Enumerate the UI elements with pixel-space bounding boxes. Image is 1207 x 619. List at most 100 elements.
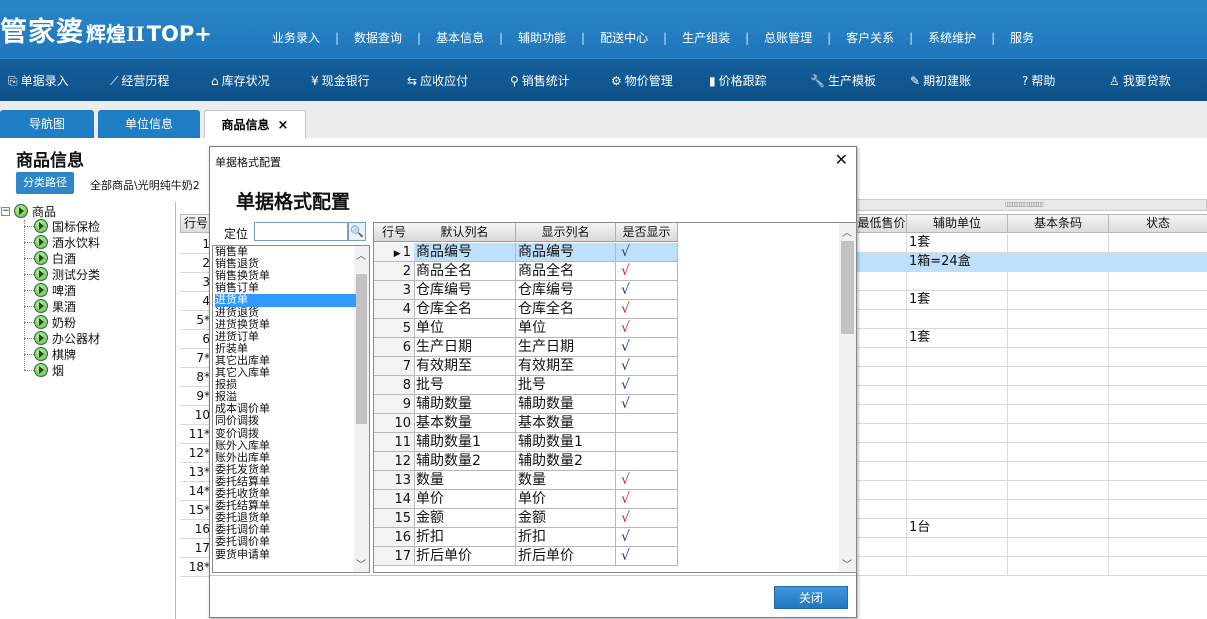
- grid-cell[interactable]: [1007, 253, 1109, 272]
- grid-cell[interactable]: [1108, 424, 1207, 443]
- show-checkbox[interactable]: √: [616, 319, 678, 338]
- grid-cell[interactable]: [856, 386, 907, 405]
- display-column-name[interactable]: 批号: [516, 376, 616, 395]
- tab-product-info[interactable]: 商品信息 ×: [204, 110, 306, 138]
- category-path-button[interactable]: 分类路径: [16, 172, 74, 194]
- toolbar-home-button[interactable]: ⌂ 库存状况: [211, 72, 270, 89]
- toolbar-bar-chart-button[interactable]: ▮ 价格跟踪: [709, 72, 767, 89]
- show-checkbox[interactable]: √: [616, 357, 678, 376]
- top-menu-item[interactable]: 服务: [1010, 29, 1034, 46]
- top-menu-item[interactable]: 数据查询: [354, 29, 402, 46]
- display-column-name[interactable]: 单位: [516, 319, 616, 338]
- grid-cell[interactable]: [1007, 310, 1109, 329]
- grid-cell[interactable]: [856, 253, 907, 272]
- show-checkbox[interactable]: √: [616, 281, 678, 300]
- grid-cell[interactable]: [1108, 386, 1207, 405]
- top-menu-item[interactable]: 总账管理: [764, 29, 812, 46]
- grid-cell[interactable]: [1108, 310, 1207, 329]
- grid-cell[interactable]: [906, 481, 1008, 500]
- display-column-name[interactable]: 商品编号: [516, 243, 616, 262]
- toolbar-document-button[interactable]: ⎘ 单据录入: [8, 72, 69, 89]
- show-checkbox[interactable]: √: [616, 490, 678, 509]
- grid-cell[interactable]: [906, 272, 1008, 291]
- tree-item[interactable]: 奶粉: [34, 314, 76, 331]
- show-checkbox[interactable]: √: [616, 243, 678, 262]
- scroll-thumb[interactable]: [841, 241, 854, 334]
- show-checkbox[interactable]: √: [616, 300, 678, 319]
- tab-navigation-map[interactable]: 导航图: [0, 110, 94, 138]
- grid-cell[interactable]: [906, 386, 1008, 405]
- display-column-name[interactable]: 金额: [516, 509, 616, 528]
- show-checkbox[interactable]: √: [616, 262, 678, 281]
- tree-item[interactable]: 啤酒: [34, 282, 76, 299]
- show-checkbox[interactable]: √: [616, 528, 678, 547]
- grid-cell[interactable]: [1007, 443, 1109, 462]
- grid-cell[interactable]: [856, 291, 907, 310]
- show-checkbox[interactable]: [616, 452, 678, 471]
- grid-cell[interactable]: [1007, 405, 1109, 424]
- grid-cell[interactable]: [856, 272, 907, 291]
- grid-cell[interactable]: [856, 557, 907, 576]
- show-checkbox[interactable]: √: [616, 471, 678, 490]
- show-checkbox[interactable]: √: [616, 338, 678, 357]
- tab-close-icon[interactable]: ×: [278, 118, 289, 133]
- toolbar-edit-button[interactable]: ✎ 期初建账: [910, 72, 971, 89]
- tree-collapse-icon[interactable]: −: [1, 207, 10, 216]
- grid-cell[interactable]: [1108, 443, 1207, 462]
- grid-cell[interactable]: [906, 443, 1008, 462]
- search-icon[interactable]: 🔍: [348, 222, 366, 241]
- tree-item[interactable]: 果酒: [34, 298, 76, 315]
- show-checkbox[interactable]: √: [616, 395, 678, 414]
- grid-cell[interactable]: [1007, 367, 1109, 386]
- grid-cell[interactable]: 1套: [906, 234, 1008, 253]
- close-icon[interactable]: ✕: [835, 150, 848, 169]
- grid-cell[interactable]: [906, 500, 1008, 519]
- display-column-name[interactable]: 数量: [516, 471, 616, 490]
- top-menu-item[interactable]: 系统维护: [928, 29, 976, 46]
- scroll-down-icon[interactable]: ﹀: [356, 556, 366, 571]
- grid-cell[interactable]: [856, 234, 907, 253]
- grid-cell[interactable]: [906, 462, 1008, 481]
- display-column-name[interactable]: 仓库编号: [516, 281, 616, 300]
- display-column-name[interactable]: 基本数量: [516, 414, 616, 433]
- show-checkbox[interactable]: √: [616, 547, 678, 566]
- display-column-name[interactable]: 折后单价: [516, 547, 616, 566]
- grid-cell[interactable]: [1007, 481, 1109, 500]
- toolbar-chart-line-button[interactable]: ⟋ 经营历程: [110, 72, 169, 89]
- tree-item[interactable]: 国标保检: [34, 218, 100, 235]
- tree-item[interactable]: 测试分类: [34, 266, 100, 283]
- grid-cell[interactable]: 1台: [906, 519, 1008, 538]
- grid-cell[interactable]: [1108, 538, 1207, 557]
- display-column-name[interactable]: 单价: [516, 490, 616, 509]
- show-checkbox[interactable]: √: [616, 376, 678, 395]
- grid-cell[interactable]: [1007, 557, 1109, 576]
- grid-cell[interactable]: [1108, 405, 1207, 424]
- grid-cell[interactable]: [1007, 519, 1109, 538]
- scroll-up-icon[interactable]: ︿: [356, 247, 366, 262]
- tree-item[interactable]: 白酒: [34, 250, 76, 267]
- display-column-name[interactable]: 仓库全名: [516, 300, 616, 319]
- grid-cell[interactable]: [1007, 462, 1109, 481]
- toolbar-money-bag-button[interactable]: ♙ 我要贷款: [1109, 72, 1171, 89]
- tab-unit-info[interactable]: 单位信息: [98, 110, 200, 138]
- grid-cell[interactable]: [856, 443, 907, 462]
- grid-cell[interactable]: 1箱=24盒: [906, 253, 1008, 272]
- display-column-name[interactable]: 有效期至: [516, 357, 616, 376]
- grid-cell[interactable]: [1108, 234, 1207, 253]
- display-column-name[interactable]: 生产日期: [516, 338, 616, 357]
- grid-cell[interactable]: [856, 538, 907, 557]
- grid-cell[interactable]: [856, 519, 907, 538]
- tree-item[interactable]: 酒水饮料: [34, 234, 100, 251]
- display-column-name[interactable]: 辅助数量2: [516, 452, 616, 471]
- toolbar-wrench-button[interactable]: 🔧 生产模板: [810, 72, 876, 89]
- grid-cell[interactable]: [906, 405, 1008, 424]
- grid-cell[interactable]: [856, 424, 907, 443]
- grid-cell[interactable]: [906, 424, 1008, 443]
- scroll-thumb[interactable]: [356, 274, 367, 424]
- grid-cell[interactable]: [1108, 519, 1207, 538]
- scroll-down-icon[interactable]: ﹀: [842, 556, 852, 571]
- grid-splitter[interactable]: ▯▯▯▯▯▯▯▯▯ ▯▯▯▯▯▯▯: [856, 199, 1207, 211]
- grid-cell[interactable]: 1套: [906, 329, 1008, 348]
- bill-type-item[interactable]: 要货申请单: [215, 549, 356, 562]
- locate-input[interactable]: [254, 222, 348, 241]
